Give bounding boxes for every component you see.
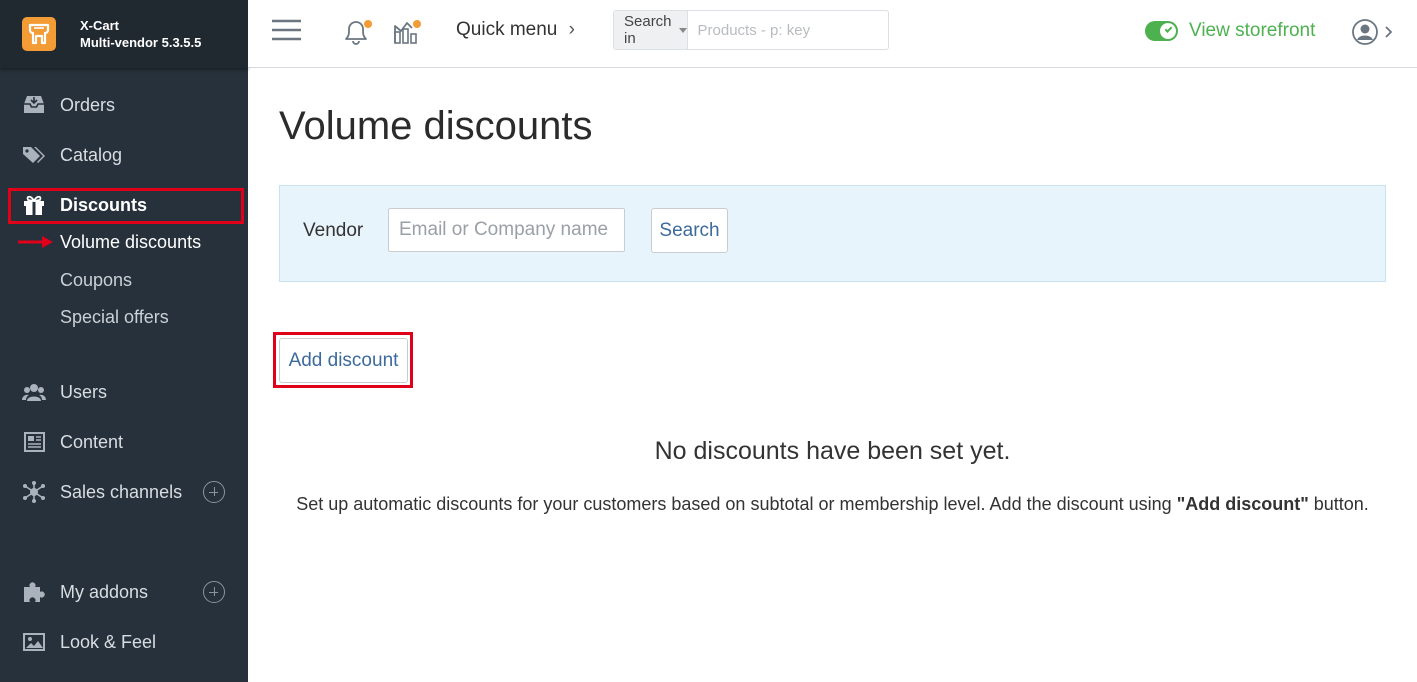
expand-plus-icon[interactable] [203,581,225,603]
brand-edition: Multi-vendor 5.3.5.5 [80,35,202,50]
sidebar-item-label: Content [60,431,124,452]
search-input[interactable] [687,11,897,49]
expand-plus-icon[interactable] [203,481,225,503]
caret-down-icon [678,27,687,33]
messages-notification-icon[interactable] [392,18,422,51]
highlight-add-discount-box [273,332,413,388]
sidebar-subitem-special-offers[interactable]: Special offers [60,307,169,328]
sidebar-item-label: Look & Feel [60,631,157,652]
sidebar: X-Cart Multi-vendor 5.3.5.5 Orders Catal… [0,0,248,682]
storefront-toggle[interactable] [1145,21,1178,41]
red-arrow-icon [18,236,53,248]
sidebar-item-look-and-feel[interactable]: Look & Feel [0,624,248,660]
chevron-right-icon: › [568,19,575,40]
sidebar-item-orders[interactable]: Orders [0,87,248,123]
image-icon [22,631,46,653]
sidebar-item-catalog[interactable]: Catalog [0,137,248,173]
check-icon [1164,25,1173,33]
sidebar-subitem-volume-discounts[interactable]: Volume discounts [60,232,201,253]
empty-text-before: Set up automatic discounts for your cust… [296,494,1177,514]
search-button[interactable]: Search [651,208,728,253]
empty-text-after: button. [1308,494,1369,514]
puzzle-icon [22,581,46,603]
inbox-icon [22,94,46,116]
sidebar-item-sales-channels[interactable]: Sales channels [0,474,248,510]
vendor-label: Vendor [303,220,364,241]
vendor-filter-panel: Vendor Search [279,185,1386,282]
sidebar-item-label: Users [60,381,108,402]
global-search: Search in [613,10,897,50]
sidebar-item-users[interactable]: Users [0,374,248,410]
search-scope-dropdown[interactable]: Search in [614,11,688,49]
sidebar-item-content[interactable]: Content [0,424,248,460]
sidebar-subitem-coupons[interactable]: Coupons [60,270,132,291]
sidebar-item-label: Catalog [60,144,123,165]
brand-text: X-Cart Multi-vendor 5.3.5.5 [80,17,201,51]
page-title: Volume discounts [279,104,593,148]
brand-name: X-Cart [80,18,120,33]
empty-text-bold: "Add discount" [1176,494,1309,514]
quick-menu[interactable]: Quick menu › [456,19,575,41]
search-scope-label: Search in [624,13,672,47]
hamburger-menu-icon[interactable] [272,18,301,47]
empty-state-text: Set up automatic discounts for your cust… [279,494,1386,515]
bell-notification-icon[interactable] [342,18,372,51]
sidebar-item-my-addons[interactable]: My addons [0,574,248,610]
vendor-input[interactable] [388,208,625,252]
network-icon [22,481,46,503]
sidebar-item-label: My addons [60,581,149,602]
newspaper-icon [22,431,46,453]
view-storefront-link[interactable]: View storefront [1189,20,1315,42]
xcart-logo-icon[interactable] [22,17,56,51]
users-icon [22,381,46,403]
quick-menu-label: Quick menu [456,19,558,40]
tags-icon [22,144,46,166]
empty-state-title: No discounts have been set yet. [654,437,1011,465]
highlight-discounts-box [8,188,244,224]
sidebar-item-label: Orders [60,94,116,115]
top-bar: Quick menu › Search in View storefront [248,0,1417,68]
user-account-menu[interactable] [1352,19,1396,50]
sidebar-item-label: Sales channels [60,481,183,502]
brand-header: X-Cart Multi-vendor 5.3.5.5 [0,0,248,68]
